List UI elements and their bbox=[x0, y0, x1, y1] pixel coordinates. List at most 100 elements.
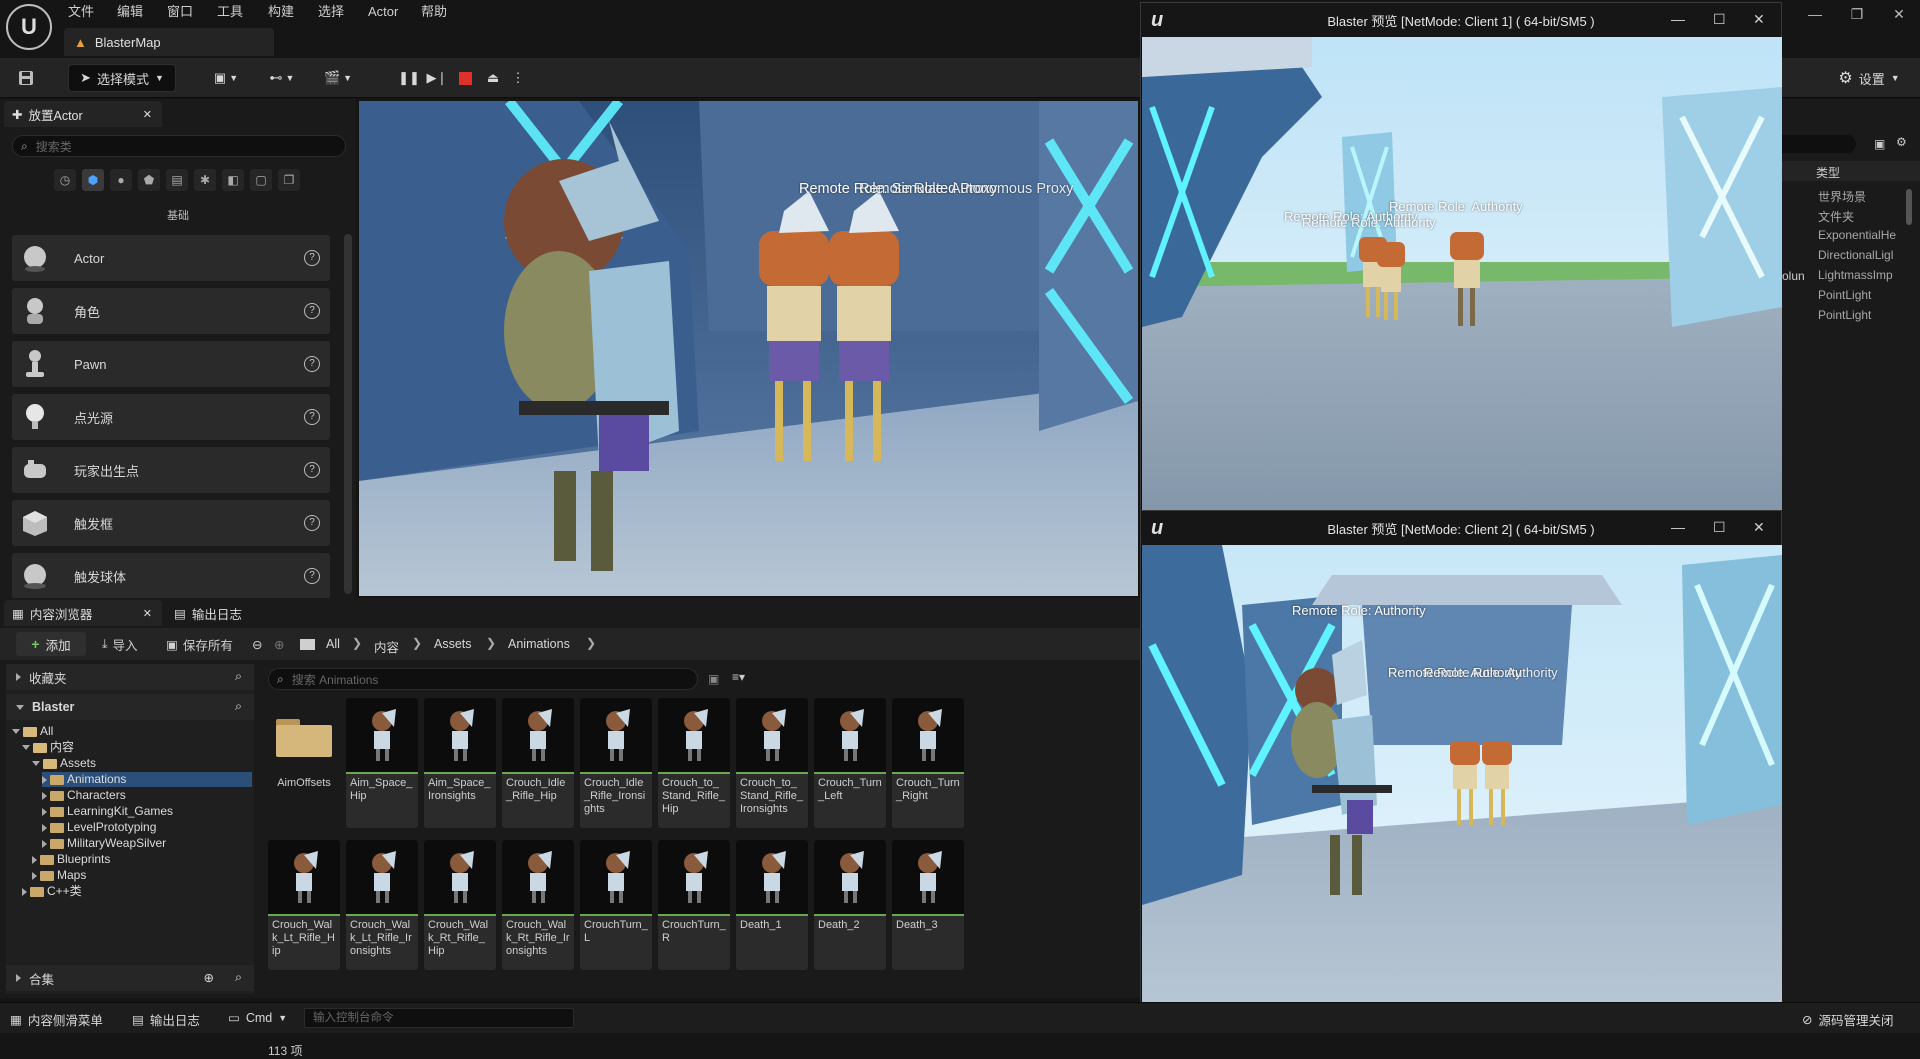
breadcrumb-animations[interactable]: Animations bbox=[508, 637, 570, 651]
breadcrumb-all[interactable]: All bbox=[326, 637, 340, 651]
type-column-header[interactable]: 类型 bbox=[1816, 164, 1840, 181]
help-icon[interactable]: ? bbox=[304, 568, 320, 584]
asset-tile[interactable]: Crouch_to_Stand_Rifle_Hip bbox=[658, 698, 730, 828]
actor-item-pawn[interactable]: Pawn ? bbox=[12, 341, 330, 387]
folder-tree-item[interactable]: MilitaryWeapSilver bbox=[42, 836, 166, 851]
pie-viewport-client-1[interactable]: Remote Role: Authority Remote Role: Auth… bbox=[1142, 37, 1782, 517]
folder-tree-item[interactable]: C++类 bbox=[22, 884, 82, 899]
asset-tile[interactable]: Crouch_Walk_Rt_Rifle_Hip bbox=[424, 840, 496, 970]
all-classes-icon[interactable]: ❐ bbox=[278, 169, 300, 191]
history-forward-icon[interactable]: ⊕ bbox=[274, 632, 284, 656]
help-icon[interactable]: ? bbox=[304, 409, 320, 425]
collections-header[interactable]: 合集 ⊕ ⌕ bbox=[6, 965, 254, 991]
favorites-header[interactable]: 收藏夹 ⌕ bbox=[6, 664, 254, 690]
cinematics-button[interactable]: 🎬 ▼ bbox=[318, 64, 358, 92]
actor-item-player-start[interactable]: 玩家出生点 ? bbox=[12, 447, 330, 493]
save-icon[interactable] bbox=[14, 64, 38, 92]
add-folder-icon[interactable]: ▣ bbox=[1874, 137, 1885, 151]
menu-tools[interactable]: 工具 bbox=[217, 2, 243, 22]
expand-icon[interactable] bbox=[42, 775, 47, 784]
minimize-icon[interactable]: — bbox=[1671, 519, 1685, 535]
geometry-icon[interactable]: ◧ bbox=[222, 169, 244, 191]
asset-tile[interactable]: Death_3 bbox=[892, 840, 964, 970]
eject-icon[interactable]: ⏏ bbox=[482, 64, 504, 92]
save-search-icon[interactable]: ▣ bbox=[708, 672, 719, 686]
output-log-button[interactable]: ▤ 输出日志 bbox=[132, 1010, 200, 1029]
folder-tree-item[interactable]: Assets bbox=[32, 756, 96, 771]
help-icon[interactable]: ? bbox=[304, 462, 320, 478]
pie-window-title-bar[interactable]: u Blaster 预览 [NetMode: Client 2] ( 64-bi… bbox=[1141, 511, 1781, 545]
level-viewport[interactable]: Remote Role: Simulated Proxy Remote Role… bbox=[359, 101, 1138, 596]
asset-tile[interactable]: Crouch_Turn_Right bbox=[892, 698, 964, 828]
cmd-dropdown[interactable]: ▭ Cmd ▼ bbox=[228, 1010, 287, 1026]
pause-icon[interactable]: ❚❚ bbox=[398, 64, 420, 92]
save-all-button[interactable]: ▣ 保存所有 bbox=[166, 632, 233, 656]
more-options-icon[interactable]: ⋮ bbox=[512, 64, 525, 92]
close-icon[interactable]: ✕ bbox=[1753, 519, 1765, 536]
maximize-icon[interactable]: ☐ bbox=[1713, 11, 1726, 28]
pie-viewport-client-2[interactable]: Remote Role: Authority Remote Role: Auth… bbox=[1142, 545, 1782, 1025]
add-collection-icon[interactable]: ⊕ bbox=[204, 970, 214, 985]
asset-tile[interactable]: Aim_Space_Ironsights bbox=[424, 698, 496, 828]
collapse-icon[interactable] bbox=[32, 761, 40, 766]
breadcrumb-content[interactable]: 内容 bbox=[374, 637, 399, 656]
volumes-icon[interactable]: ▢ bbox=[250, 169, 272, 191]
import-button[interactable]: ⤓ 导入 bbox=[102, 632, 138, 656]
menu-edit[interactable]: 编辑 bbox=[117, 2, 143, 22]
folder-tree-item[interactable]: Characters bbox=[42, 788, 126, 803]
asset-tile[interactable]: Aim_Space_Hip bbox=[346, 698, 418, 828]
console-command-input[interactable]: 输入控制台命令 bbox=[304, 1008, 574, 1028]
asset-tile[interactable]: CrouchTurn_R bbox=[658, 840, 730, 970]
menu-help[interactable]: 帮助 bbox=[421, 2, 447, 22]
unreal-logo-icon[interactable]: U bbox=[6, 4, 52, 50]
collapse-icon[interactable] bbox=[22, 745, 30, 750]
asset-tile[interactable]: Crouch_Turn_Left bbox=[814, 698, 886, 828]
basic-icon[interactable]: ⬢ bbox=[82, 169, 104, 191]
actor-item-trigger-box[interactable]: 触发框 ? bbox=[12, 500, 330, 546]
place-actors-tab[interactable]: ✚ 放置Actor ✕ bbox=[4, 101, 162, 127]
asset-tile[interactable]: Death_2 bbox=[814, 840, 886, 970]
mode-select-dropdown[interactable]: ➤ 选择模式 ▼ bbox=[68, 64, 176, 92]
minimize-icon[interactable]: — bbox=[1800, 6, 1830, 22]
outliner-search-input[interactable] bbox=[1782, 135, 1856, 153]
menu-actor[interactable]: Actor bbox=[368, 2, 398, 22]
asset-search-input[interactable]: ⌕ 搜索 Animations bbox=[268, 668, 698, 690]
filter-icon[interactable]: ≡▾ bbox=[732, 670, 745, 684]
close-icon[interactable]: ✕ bbox=[1884, 6, 1914, 23]
restore-icon[interactable]: ❐ bbox=[1842, 6, 1872, 23]
menu-build[interactable]: 构建 bbox=[268, 2, 294, 22]
output-log-tab[interactable]: ▤ 输出日志 bbox=[166, 600, 276, 626]
visual-effects-icon[interactable]: ✱ bbox=[194, 169, 216, 191]
actor-item-actor[interactable]: Actor ? bbox=[12, 235, 330, 281]
asset-tile[interactable]: Crouch_to_Stand_Rifle_Ironsights bbox=[736, 698, 808, 828]
search-icon[interactable]: ⌕ bbox=[235, 669, 242, 684]
maximize-icon[interactable]: ☐ bbox=[1713, 519, 1726, 536]
history-back-icon[interactable]: ⊖ bbox=[252, 632, 262, 656]
settings-button[interactable]: ⚙ 设置 ▼ bbox=[1832, 64, 1906, 92]
minimize-icon[interactable]: — bbox=[1671, 11, 1685, 27]
search-icon[interactable]: ⌕ bbox=[235, 970, 242, 985]
menu-file[interactable]: 文件 bbox=[68, 2, 94, 22]
folder-tree-item[interactable]: LevelPrototyping bbox=[42, 820, 156, 835]
content-drawer-button[interactable]: ▦ 内容侧滑菜单 bbox=[10, 1010, 103, 1029]
actor-item-character[interactable]: 角色 ? bbox=[12, 288, 330, 334]
folder-tree-item[interactable]: Maps bbox=[32, 868, 86, 883]
asset-tile[interactable]: Crouch_Walk_Lt_Rifle_Hip bbox=[268, 840, 340, 970]
level-tab[interactable]: ▲ BlasterMap bbox=[64, 28, 274, 56]
search-icon[interactable]: ⌕ bbox=[235, 699, 242, 714]
outliner-settings-icon[interactable]: ⚙ bbox=[1896, 135, 1907, 149]
expand-icon[interactable] bbox=[32, 871, 37, 880]
breadcrumb-assets[interactable]: Assets bbox=[434, 637, 472, 651]
close-icon[interactable]: ✕ bbox=[1753, 11, 1765, 28]
project-header[interactable]: Blaster ⌕ bbox=[6, 694, 254, 720]
folder-tree-item[interactable]: 内容 bbox=[22, 740, 74, 755]
place-actors-search-input[interactable]: ⌕ 搜索类 bbox=[12, 135, 346, 157]
asset-tile[interactable]: Crouch_Walk_Rt_Rifle_Ironsights bbox=[502, 840, 574, 970]
asset-tile[interactable]: Crouch_Idle_Rifle_Ironsights bbox=[580, 698, 652, 828]
close-tab-icon[interactable]: ✕ bbox=[143, 108, 152, 121]
asset-tile[interactable]: Death_1 bbox=[736, 840, 808, 970]
outliner-scrollbar[interactable] bbox=[1906, 189, 1912, 225]
actor-item-trigger-sphere[interactable]: 触发球体 ? bbox=[12, 553, 330, 599]
help-icon[interactable]: ? bbox=[304, 515, 320, 531]
browse-folder-icon[interactable] bbox=[300, 632, 315, 656]
